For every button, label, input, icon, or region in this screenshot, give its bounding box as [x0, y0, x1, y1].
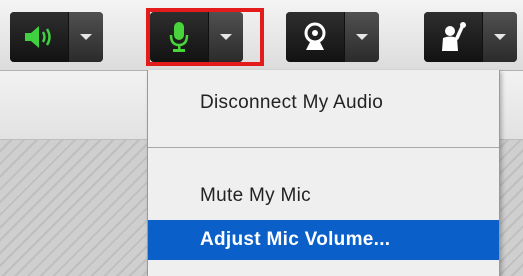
chevron-down-icon: [220, 34, 232, 40]
chevron-down-icon: [80, 34, 92, 40]
speaker-icon: [25, 26, 51, 48]
speaker-options-arrow[interactable]: [68, 12, 103, 62]
webcam-button-group: [286, 12, 379, 62]
webcam-icon: [304, 22, 326, 50]
raise-hand-options-arrow[interactable]: [482, 12, 517, 62]
chevron-down-icon: [356, 34, 368, 40]
menu-item-adjust-mic-volume[interactable]: Adjust Mic Volume...: [148, 220, 499, 260]
webcam-button[interactable]: [286, 12, 344, 62]
menu-item-label: Adjust Mic Volume...: [200, 229, 391, 250]
raise-hand-button-group: [424, 12, 517, 62]
menu-item-disconnect-my-audio[interactable]: Disconnect My Audio: [148, 83, 499, 123]
raise-hand-button[interactable]: [424, 12, 482, 62]
menu-item-mute-my-mic[interactable]: Mute My Mic: [148, 176, 499, 216]
menu-separator: [148, 147, 499, 148]
microphone-icon: [169, 22, 189, 52]
chevron-down-icon: [494, 34, 506, 40]
microphone-button-group: [150, 12, 243, 62]
speaker-button-group: [10, 12, 103, 62]
microphone-button[interactable]: [150, 12, 208, 62]
microphone-dropdown-menu: Disconnect My Audio Mute My Mic Adjust M…: [147, 70, 500, 276]
meeting-toolbar: [0, 0, 523, 71]
webcam-options-arrow[interactable]: [344, 12, 379, 62]
speaker-button[interactable]: [10, 12, 68, 62]
microphone-options-arrow[interactable]: [208, 12, 243, 62]
menu-item-label: Disconnect My Audio: [200, 92, 384, 113]
menu-item-label: Mute My Mic: [200, 185, 311, 206]
raise-hand-icon: [442, 22, 466, 51]
